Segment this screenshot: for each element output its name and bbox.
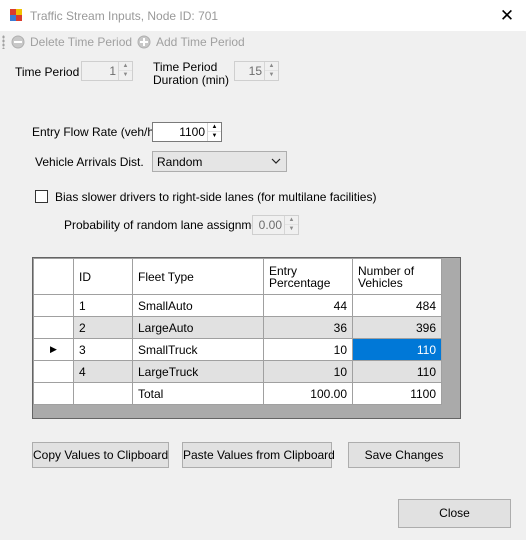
- app-icon: [10, 9, 22, 21]
- probability-value: 0.00: [258, 218, 282, 232]
- cell-fleet-type[interactable]: Total: [132, 382, 264, 405]
- cell-entry-percentage[interactable]: 100.00: [263, 382, 353, 405]
- add-time-period-button[interactable]: Add Time Period: [137, 33, 245, 51]
- duration-spinner[interactable]: 15 ▲ ▼: [234, 61, 279, 81]
- table-row-total[interactable]: Total 100.00 1100: [33, 382, 442, 405]
- cell-entry-percentage[interactable]: 10: [263, 360, 353, 383]
- probability-spinner[interactable]: 0.00 ▲ ▼: [252, 215, 299, 235]
- table-header-row: ID Fleet Type Entry Percentage Number of V…: [33, 258, 442, 295]
- spinner-down-icon[interactable]: ▼: [208, 132, 221, 141]
- column-header-fleet-type[interactable]: Fleet Type: [132, 258, 264, 295]
- probability-label: Probability of random lane assignment: [64, 218, 269, 232]
- cell-number-of-vehicles-selected[interactable]: 110: [352, 338, 442, 361]
- table-row[interactable]: 2 LargeAuto 36 396: [33, 316, 442, 339]
- entry-flow-value: 1100: [179, 125, 205, 139]
- entry-flow-spinner[interactable]: 1100 ▲ ▼: [152, 122, 222, 142]
- row-header[interactable]: [33, 382, 74, 405]
- cell-fleet-type[interactable]: LargeTruck: [132, 360, 264, 383]
- column-header-number-line2: Vehicles: [358, 275, 403, 290]
- time-period-spinner-arrows[interactable]: ▲ ▼: [118, 62, 132, 80]
- cell-fleet-type[interactable]: LargeAuto: [132, 316, 264, 339]
- delete-time-period-icon: [11, 35, 25, 49]
- row-header-corner: [33, 258, 74, 295]
- delete-time-period-label: Delete Time Period: [30, 35, 133, 49]
- add-time-period-label: Add Time Period: [156, 35, 245, 49]
- column-header-fleet-type-text: Fleet Type: [138, 269, 194, 284]
- cell-entry-percentage[interactable]: 44: [263, 294, 353, 317]
- fleet-data-grid[interactable]: ID Fleet Type Entry Percentage Number of V…: [32, 257, 461, 419]
- duration-spinner-arrows[interactable]: ▲ ▼: [264, 62, 278, 80]
- entry-flow-spinner-arrows[interactable]: ▲ ▼: [207, 123, 221, 141]
- save-changes-button[interactable]: Save Changes: [348, 442, 460, 468]
- row-header[interactable]: [33, 294, 74, 317]
- copy-values-button[interactable]: Copy Values to Clipboard: [32, 442, 169, 468]
- cell-id[interactable]: 4: [73, 360, 133, 383]
- cell-number-of-vehicles[interactable]: 396: [352, 316, 442, 339]
- cell-number-of-vehicles[interactable]: 484: [352, 294, 442, 317]
- window-title: Traffic Stream Inputs, Node ID: 701: [30, 9, 219, 23]
- title-bar: Traffic Stream Inputs, Node ID: 701 ✕: [0, 0, 526, 31]
- spinner-up-icon[interactable]: ▲: [119, 62, 132, 71]
- probability-spinner-arrows[interactable]: ▲ ▼: [284, 216, 298, 234]
- cell-number-of-vehicles[interactable]: 110: [352, 360, 442, 383]
- cell-id[interactable]: [73, 382, 133, 405]
- arrivals-dropdown[interactable]: Random: [152, 151, 287, 172]
- duration-label-line1: Time Period: [153, 60, 218, 74]
- cell-entry-percentage[interactable]: 36: [263, 316, 353, 339]
- column-header-entry-percentage[interactable]: Entry Percentage: [263, 258, 353, 295]
- arrivals-selected: Random: [157, 155, 203, 169]
- column-header-number-of-vehicles[interactable]: Number of Vehicles: [352, 258, 442, 295]
- entry-flow-label: Entry Flow Rate (veh/h): [32, 125, 159, 139]
- table-row[interactable]: 1 SmallAuto 44 484: [33, 294, 442, 317]
- table-row[interactable]: 4 LargeTruck 10 110: [33, 360, 442, 383]
- toolbar-grip[interactable]: [2, 35, 5, 49]
- chevron-down-icon: [271, 158, 281, 164]
- column-header-id[interactable]: ID: [73, 258, 133, 295]
- delete-time-period-button[interactable]: Delete Time Period: [11, 33, 132, 51]
- time-period-label: Time Period: [15, 65, 80, 79]
- paste-values-button[interactable]: Paste Values from Clipboard: [182, 442, 335, 468]
- add-time-period-icon: [137, 35, 151, 49]
- spinner-down-icon[interactable]: ▼: [285, 225, 298, 234]
- cell-id[interactable]: 3: [73, 338, 133, 361]
- cell-fleet-type[interactable]: SmallTruck: [132, 338, 264, 361]
- row-header[interactable]: [33, 360, 74, 383]
- cell-id[interactable]: 1: [73, 294, 133, 317]
- bias-checkbox[interactable]: [35, 190, 48, 203]
- spinner-down-icon[interactable]: ▼: [119, 71, 132, 80]
- cell-id[interactable]: 2: [73, 316, 133, 339]
- fleet-table: ID Fleet Type Entry Percentage Number of V…: [33, 258, 442, 405]
- spinner-up-icon[interactable]: ▲: [285, 216, 298, 225]
- cell-number-of-vehicles[interactable]: 1100: [352, 382, 442, 405]
- column-header-entry-line2: Percentage: [269, 275, 331, 290]
- table-row-current[interactable]: ▶ 3 SmallTruck 10 110: [33, 338, 442, 361]
- spinner-up-icon[interactable]: ▲: [208, 123, 221, 132]
- arrivals-label: Vehicle Arrivals Dist.: [35, 155, 144, 169]
- row-header[interactable]: [33, 316, 74, 339]
- time-period-value: 1: [109, 64, 116, 78]
- bias-label: Bias slower drivers to right-side lanes …: [55, 190, 377, 204]
- spinner-down-icon[interactable]: ▼: [265, 71, 278, 80]
- close-button[interactable]: Close: [398, 499, 511, 528]
- duration-label-line2: Duration (min): [153, 73, 230, 87]
- column-header-id-text: ID: [79, 269, 91, 284]
- time-period-spinner[interactable]: 1 ▲ ▼: [81, 61, 133, 81]
- duration-value: 15: [248, 64, 262, 78]
- spinner-up-icon[interactable]: ▲: [265, 62, 278, 71]
- window-close-button[interactable]: ✕: [497, 6, 517, 26]
- toolbar: Delete Time Period Add Time Period: [0, 31, 526, 53]
- cell-fleet-type[interactable]: SmallAuto: [132, 294, 264, 317]
- current-row-marker-icon[interactable]: ▶: [33, 338, 74, 361]
- cell-entry-percentage[interactable]: 10: [263, 338, 353, 361]
